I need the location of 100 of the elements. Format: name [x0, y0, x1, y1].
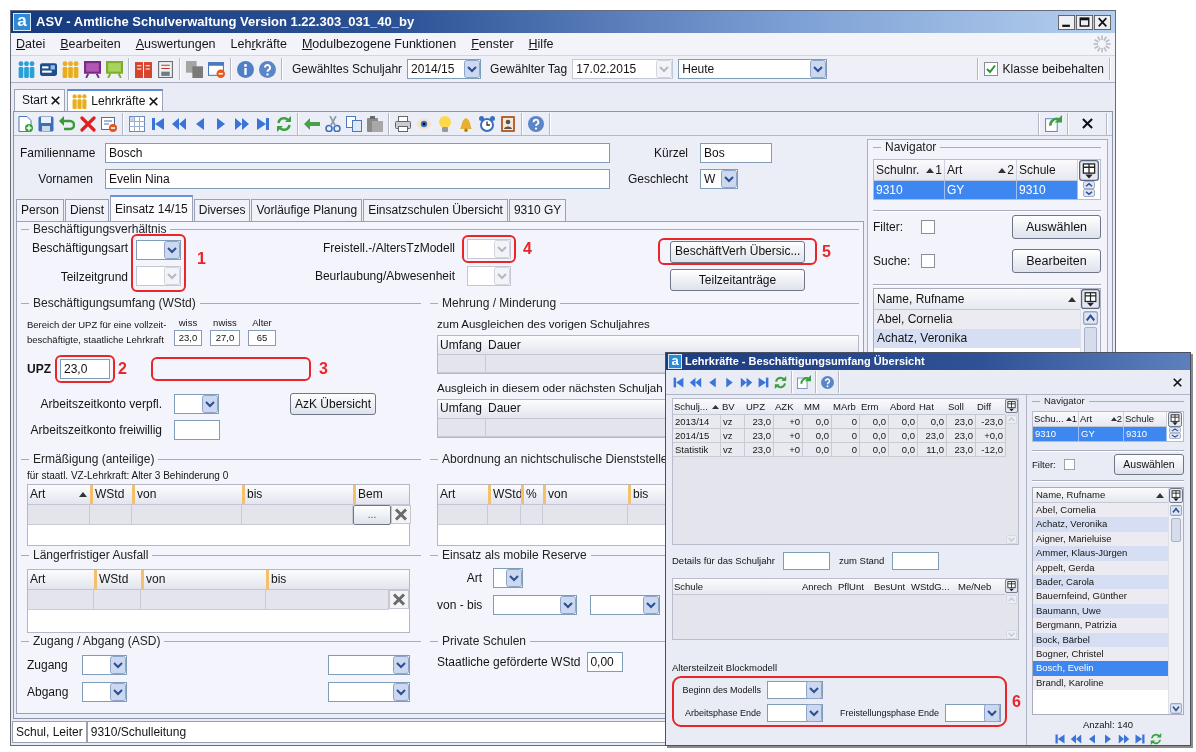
rewind-icon[interactable]	[1070, 733, 1082, 745]
refresh-icon[interactable]	[1150, 733, 1162, 745]
column-header[interactable]: Art	[28, 485, 90, 504]
people-group-icon[interactable]	[18, 60, 35, 78]
scroll-up-icon[interactable]	[1083, 181, 1095, 189]
copy-icon[interactable]	[186, 60, 203, 78]
column-chooser-icon[interactable]	[1168, 412, 1182, 427]
scissors-icon[interactable]	[325, 115, 341, 132]
column-chooser-icon[interactable]	[1005, 399, 1018, 413]
book-icon[interactable]	[135, 60, 152, 78]
window-remove-icon[interactable]	[208, 60, 225, 78]
close-icon[interactable]	[1173, 377, 1182, 387]
tab[interactable]: Dienst	[65, 199, 110, 221]
dropdown[interactable]: 2014/15	[407, 59, 482, 79]
fast-forward-icon[interactable]	[740, 375, 753, 389]
menu-item[interactable]: Fenster	[471, 36, 514, 52]
list-item[interactable]: Abel, Cornelia	[874, 310, 1080, 329]
dropdown[interactable]	[328, 682, 410, 702]
dropdown[interactable]	[767, 704, 823, 723]
rewind-icon[interactable]	[171, 115, 187, 132]
column-header[interactable]: Art	[438, 485, 488, 504]
close-icon[interactable]	[51, 96, 61, 105]
edit-button[interactable]: Bearbeiten	[1012, 249, 1101, 273]
scrollbar-thumb[interactable]	[1171, 518, 1181, 542]
dropdown[interactable]: Heute	[678, 59, 828, 79]
scroll-up-icon[interactable]	[1083, 311, 1098, 325]
tab[interactable]: 9310 GY	[508, 199, 567, 221]
checkbox[interactable]	[921, 220, 935, 234]
overview-button[interactable]: BeschäftVerh Übersic...	[670, 240, 805, 263]
list-item[interactable]: Abel, Cornelia	[1033, 503, 1168, 518]
tab[interactable]: Person	[16, 199, 65, 221]
dropdown[interactable]	[174, 394, 219, 414]
column-header[interactable]: Diff	[976, 399, 1006, 414]
form-icon[interactable]	[157, 60, 174, 78]
text-field[interactable]	[174, 420, 220, 440]
column-header[interactable]: BV	[721, 399, 745, 414]
text-field[interactable]	[782, 552, 830, 570]
undo-icon[interactable]	[59, 115, 75, 132]
help-icon[interactable]	[821, 375, 834, 389]
skip-end-icon[interactable]	[757, 375, 770, 389]
delete-icon[interactable]	[391, 505, 411, 524]
text-field[interactable]	[892, 552, 940, 570]
tab[interactable]: Vorläufige Planung	[251, 199, 363, 221]
scroll-down-icon[interactable]	[1169, 433, 1181, 439]
text-field[interactable]: 23,0	[60, 359, 110, 379]
text-field[interactable]: 0,00	[587, 652, 624, 672]
column-header[interactable]: Name, Rufname	[874, 289, 1080, 310]
checkbox-label[interactable]: Klasse beibehalten	[1002, 61, 1104, 77]
dropdown[interactable]	[493, 595, 577, 615]
checkbox[interactable]	[921, 254, 935, 268]
column-header[interactable]: MArb	[832, 399, 860, 414]
new-document-icon[interactable]	[17, 115, 33, 132]
dropdown[interactable]	[82, 682, 127, 702]
fast-forward-icon[interactable]	[234, 115, 250, 132]
list-item[interactable]: Bergmann, Patrizia	[1033, 618, 1168, 633]
checkbox[interactable]	[983, 62, 998, 76]
delete-icon[interactable]	[389, 590, 409, 609]
skip-start-icon[interactable]	[672, 375, 685, 389]
triangle-left-icon[interactable]	[706, 375, 719, 389]
dropdown[interactable]	[328, 655, 410, 675]
list-item[interactable]: Achatz, Veronika	[874, 329, 1080, 348]
dropdown[interactable]	[767, 681, 823, 700]
column-header[interactable]: Anrech	[801, 579, 837, 594]
bell-icon[interactable]	[458, 115, 474, 132]
menu-item[interactable]: Hilfe	[528, 36, 554, 52]
column-header[interactable]: Schulj...	[673, 399, 721, 414]
skip-end-icon[interactable]	[255, 115, 271, 132]
maximize-icon[interactable]	[1076, 14, 1093, 30]
column-header[interactable]: Schulnr. 1	[874, 160, 945, 180]
column-header[interactable]: Me/Neb	[957, 579, 1004, 594]
id-card-icon[interactable]	[40, 60, 57, 78]
dropdown[interactable]: W	[700, 169, 738, 189]
skip-start-icon[interactable]	[1054, 733, 1066, 745]
scroll-down-icon[interactable]	[1170, 702, 1182, 714]
document-arrow-icon[interactable]	[1045, 115, 1062, 132]
table-row[interactable]: 9310 GY 9310	[1033, 427, 1167, 441]
column-header[interactable]: Name, Rufname	[1033, 488, 1168, 503]
list-item[interactable]: Achatz, Veronika	[1033, 517, 1168, 532]
dropdown[interactable]	[82, 655, 127, 675]
fast-forward-icon[interactable]	[1118, 733, 1130, 745]
list-item[interactable]: Bauernfeind, Günther	[1033, 589, 1168, 604]
column-chooser-icon[interactable]	[1079, 160, 1099, 181]
help-icon[interactable]	[528, 115, 544, 132]
column-header[interactable]: Art 2	[945, 160, 1017, 180]
refresh-icon[interactable]	[774, 375, 787, 389]
skip-start-icon[interactable]	[150, 115, 166, 132]
scroll-up-icon[interactable]	[1169, 427, 1181, 433]
browse-button[interactable]: ...	[353, 505, 391, 525]
text-field[interactable]: Evelin Nina	[105, 169, 610, 189]
column-header[interactable]: WStdG...	[910, 579, 957, 594]
overview-button[interactable]: AzK Übersicht	[290, 393, 376, 415]
dropdown[interactable]	[945, 704, 1001, 723]
help-icon[interactable]	[259, 60, 276, 78]
close-icon[interactable]	[1082, 118, 1093, 129]
column-header[interactable]: Abord	[889, 399, 918, 414]
column-header[interactable]: Schule	[673, 579, 801, 594]
table-icon[interactable]	[129, 115, 145, 132]
requests-button[interactable]: Teilzeitanträge	[670, 269, 805, 291]
menu-item[interactable]: Modulbezogene Funktionen	[301, 36, 457, 52]
select-button[interactable]: Auswählen	[1012, 215, 1101, 239]
